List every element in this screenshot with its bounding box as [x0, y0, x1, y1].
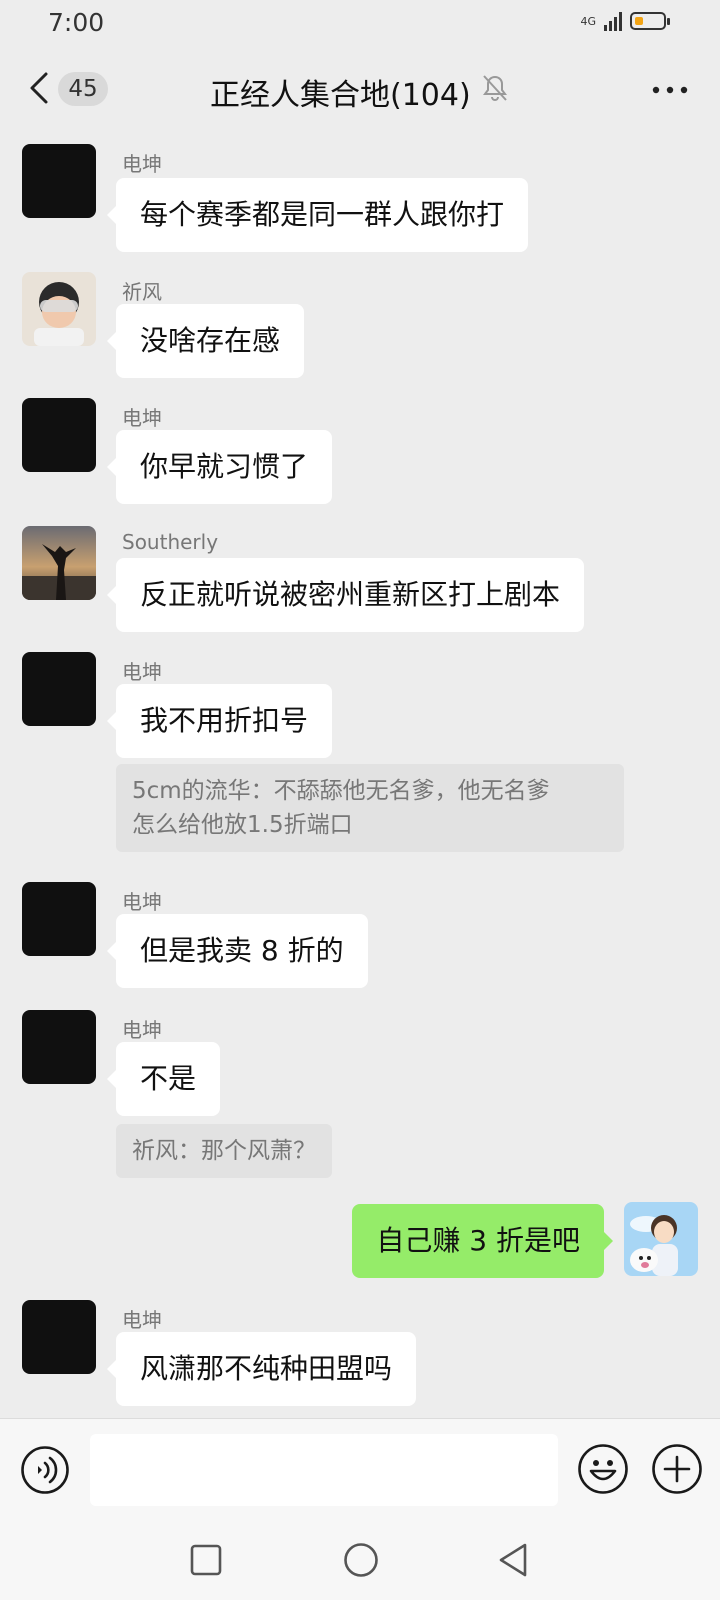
message-input[interactable]: [90, 1434, 558, 1506]
message-bubble[interactable]: 反正就听说被密州重新区打上剧本: [106, 558, 585, 632]
battery-icon: [630, 12, 670, 30]
square-icon[interactable]: [190, 1544, 222, 1576]
input-bar: [0, 1418, 720, 1523]
sender-name: 电坤: [122, 890, 162, 914]
message-bubble[interactable]: 你早就习惯了: [106, 430, 333, 504]
more-dots-icon[interactable]: [652, 86, 688, 94]
message-bubble[interactable]: 我不用折扣号: [106, 684, 333, 758]
status-bar: 7:00 4G: [0, 0, 720, 48]
avatar[interactable]: [22, 652, 96, 726]
avatar-anime-image: [624, 1202, 698, 1276]
sender-name: 电坤: [122, 1308, 162, 1332]
sender-name: Southerly: [122, 530, 219, 554]
battery-level: [635, 17, 643, 25]
status-time: 7:00: [48, 8, 105, 37]
avatar-child-image: [22, 272, 96, 346]
back-arrow-icon[interactable]: [24, 68, 54, 108]
avatar-sunset-image: [22, 526, 96, 600]
message-bubble[interactable]: 但是我卖 8 折的: [107, 914, 368, 988]
sender-name: 电坤: [122, 406, 162, 430]
message-bubble-mine[interactable]: 自己赚 3 折是吧: [352, 1204, 613, 1278]
signal-icon: [604, 11, 622, 31]
voice-icon[interactable]: [20, 1445, 70, 1495]
avatar[interactable]: [22, 144, 96, 218]
avatar[interactable]: [624, 1202, 698, 1276]
quoted-message[interactable]: 5cm的流华：不舔舔他无名爹，他无名爹 怎么给他放1.5折端口: [116, 764, 624, 852]
network-label: 4G: [580, 14, 596, 28]
sender-name: 电坤: [122, 660, 162, 684]
message-list[interactable]: 电坤 每个赛季都是同一群人跟你打 祈风 没啥存在感 电坤 你早就习惯了 Sout…: [0, 130, 720, 1420]
system-nav-bar: [0, 1522, 720, 1600]
unread-count-badge[interactable]: 45: [58, 72, 108, 106]
avatar[interactable]: [22, 272, 96, 346]
emoji-icon[interactable]: [577, 1443, 629, 1495]
page-title: 正经人集合地(104): [210, 78, 471, 113]
avatar[interactable]: [22, 1300, 96, 1374]
avatar[interactable]: [22, 882, 96, 956]
chat-header: 45 正经人集合地(104): [0, 48, 720, 130]
status-icons: 4G: [580, 11, 670, 31]
sender-name: 电坤: [122, 152, 162, 176]
sender-name: 电坤: [122, 1018, 162, 1042]
message-bubble[interactable]: 没啥存在感: [106, 304, 305, 378]
quote-line: 怎么给他放1.5折端口: [132, 812, 353, 838]
triangle-back-icon[interactable]: [496, 1542, 530, 1578]
message-bubble[interactable]: 风潇那不纯种田盟吗: [106, 1332, 417, 1406]
avatar[interactable]: [22, 526, 96, 600]
bell-muted-icon: [483, 75, 507, 102]
sender-name: 祈风: [122, 280, 162, 304]
avatar[interactable]: [22, 1010, 96, 1084]
plus-icon[interactable]: [651, 1443, 703, 1495]
message-bubble[interactable]: 不是: [106, 1042, 221, 1116]
circle-icon[interactable]: [343, 1542, 379, 1578]
message-bubble[interactable]: 每个赛季都是同一群人跟你打: [106, 178, 529, 252]
quote-line: 5cm的流华：不舔舔他无名爹，他无名爹: [132, 778, 550, 804]
quoted-message[interactable]: 祈风：那个风萧？: [116, 1124, 332, 1178]
avatar[interactable]: [22, 398, 96, 472]
